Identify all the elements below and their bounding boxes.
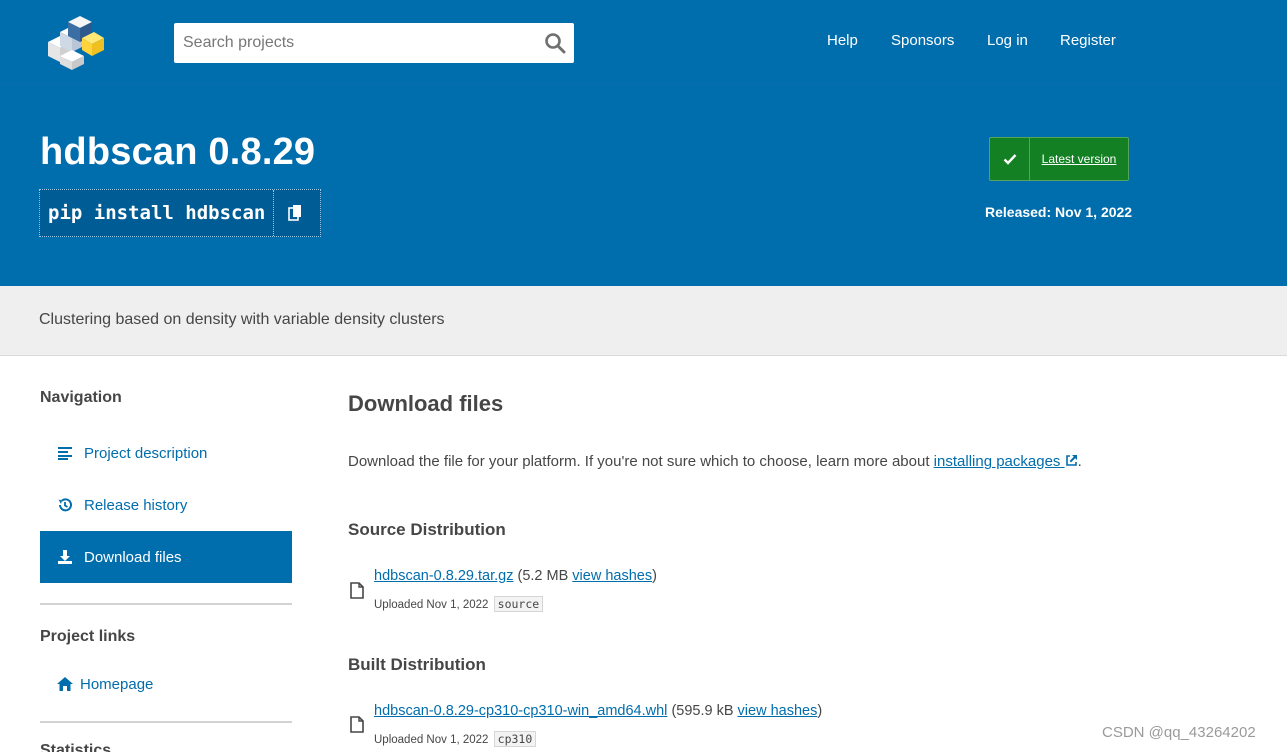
navigation-heading: Navigation: [40, 389, 122, 406]
latest-version-button[interactable]: Latest version: [989, 137, 1129, 181]
download-intro: Download the file for your platform. If …: [348, 453, 1082, 470]
search-box: [174, 23, 574, 63]
statistics-heading: Statistics: [40, 742, 112, 752]
pip-install-box: pip install hdbscan: [39, 189, 321, 237]
watermark-text: CSDN @qq_43264202: [1102, 724, 1256, 741]
built-distribution-heading: Built Distribution: [348, 655, 486, 674]
intro-end: .: [1077, 453, 1082, 470]
sidebar-item-project-description[interactable]: Project description: [40, 427, 292, 479]
package-banner: hdbscan 0.8.29 pip install hdbscan Lates…: [0, 84, 1287, 286]
sidebar-item-label: Project description: [84, 444, 208, 462]
project-links-heading: Project links: [40, 628, 136, 645]
upload-date: Uploaded Nov 1, 2022: [374, 734, 489, 746]
upload-date: Uploaded Nov 1, 2022: [374, 599, 489, 611]
search-input[interactable]: [174, 23, 524, 63]
source-file-link[interactable]: hdbscan-0.8.29.tar.gz: [374, 568, 513, 584]
file-type-tag: cp310: [493, 731, 537, 747]
sponsors-link[interactable]: Sponsors: [891, 32, 954, 49]
sidebar-divider: [40, 721, 292, 723]
history-icon: [56, 496, 74, 514]
release-date: Released: Nov 1, 2022: [985, 204, 1133, 220]
built-file-row: hdbscan-0.8.29-cp310-cp310-win_amd64.whl…: [374, 703, 822, 719]
check-icon: [990, 138, 1030, 180]
view-hashes-link[interactable]: view hashes: [738, 703, 818, 719]
sidebar-item-label: Download files: [84, 548, 182, 566]
built-file-meta: Uploaded Nov 1, 2022 cp310: [374, 731, 537, 747]
sidebar-item-label: Homepage: [80, 675, 154, 693]
top-header: Help Sponsors Log in Register: [0, 0, 1287, 84]
package-summary: Clustering based on density with variabl…: [0, 286, 1287, 356]
package-title: hdbscan 0.8.29: [40, 131, 316, 173]
download-files-title: Download files: [348, 391, 504, 416]
login-link[interactable]: Log in: [987, 32, 1028, 49]
paren-close: ): [817, 703, 823, 719]
help-link[interactable]: Help: [827, 32, 858, 49]
file-type-tag: source: [493, 596, 544, 612]
source-file-meta: Uploaded Nov 1, 2022 source: [374, 596, 544, 612]
summary-text: Clustering based on density with variabl…: [39, 311, 445, 328]
pypi-logo[interactable]: [38, 12, 106, 72]
intro-text: Download the file for your platform. If …: [348, 453, 934, 470]
copy-icon[interactable]: [274, 190, 318, 236]
source-file-row: hdbscan-0.8.29.tar.gz (5.2 MB view hashe…: [374, 568, 657, 584]
sidebar-item-label: Release history: [84, 496, 188, 514]
file-size: (595.9 kB: [671, 703, 738, 719]
source-distribution-heading: Source Distribution: [348, 520, 506, 539]
pip-command[interactable]: pip install hdbscan: [40, 190, 275, 236]
home-icon: [56, 675, 74, 693]
file-icon: [350, 582, 364, 599]
view-hashes-link[interactable]: view hashes: [572, 568, 652, 584]
file-size: (5.2 MB: [517, 568, 573, 584]
download-icon: [56, 548, 74, 566]
align-left-icon: [56, 444, 74, 462]
paren-close: ): [652, 568, 657, 584]
register-link[interactable]: Register: [1060, 32, 1116, 49]
latest-version-label[interactable]: Latest version: [1030, 138, 1128, 180]
search-icon[interactable]: [544, 32, 566, 54]
sidebar-item-homepage[interactable]: Homepage: [40, 658, 240, 710]
file-icon: [350, 716, 364, 733]
sidebar-item-download-files[interactable]: Download files: [40, 531, 292, 583]
built-file-link[interactable]: hdbscan-0.8.29-cp310-cp310-win_amd64.whl: [374, 703, 667, 719]
sidebar-divider: [40, 603, 292, 605]
installing-packages-link[interactable]: installing packages: [934, 453, 1078, 470]
sidebar-item-release-history[interactable]: Release history: [40, 479, 292, 531]
external-link-icon: [1065, 455, 1077, 466]
